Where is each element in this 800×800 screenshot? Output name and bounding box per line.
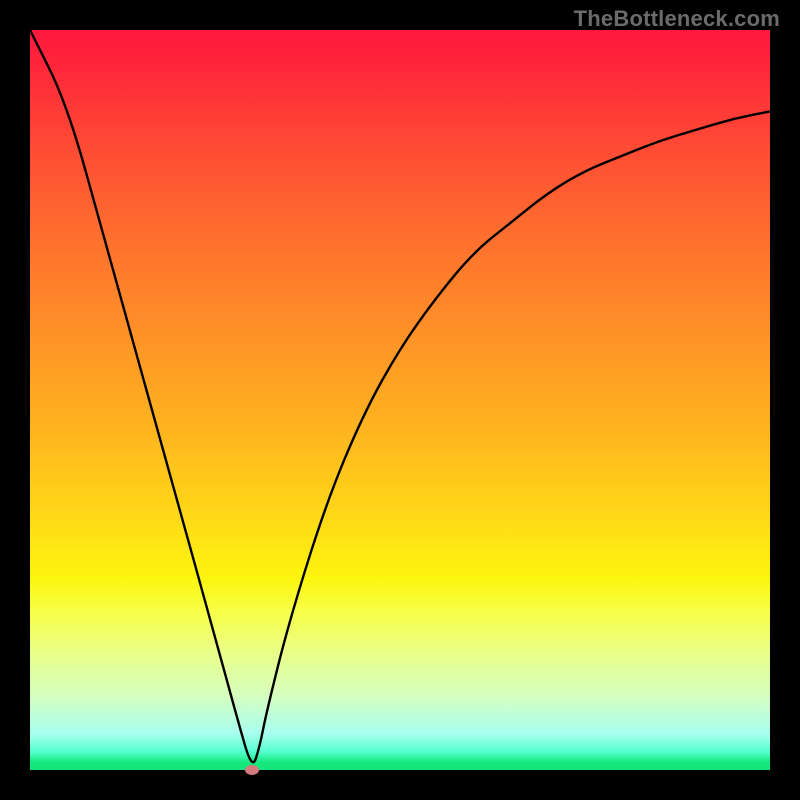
- curve-path: [30, 30, 770, 762]
- chart-frame: TheBottleneck.com: [0, 0, 800, 800]
- watermark-text: TheBottleneck.com: [574, 6, 780, 32]
- plot-area: [30, 30, 770, 770]
- minimum-marker: [245, 765, 259, 775]
- bottleneck-curve: [30, 30, 770, 770]
